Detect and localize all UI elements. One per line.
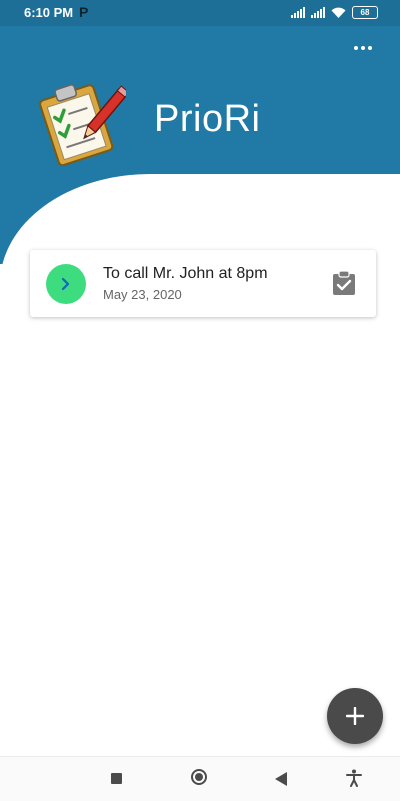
app-header: PrioRi: [0, 26, 400, 264]
more-horiz-icon: [354, 46, 358, 50]
home-circle-icon[interactable]: [191, 769, 207, 785]
task-card[interactable]: To call Mr. John at 8pm May 23, 2020: [30, 250, 376, 317]
accessibility-icon[interactable]: [346, 769, 362, 787]
chevron-right-icon: [61, 277, 70, 291]
task-title: To call Mr. John at 8pm: [103, 265, 268, 282]
wifi-icon: [331, 7, 346, 18]
task-date: May 23, 2020: [103, 287, 182, 302]
plus-icon: [346, 707, 364, 725]
notification-p-icon: P: [79, 4, 89, 20]
clipboard-logo-icon: [39, 84, 126, 166]
status-bar: 6:10 PM P 68: [0, 0, 400, 26]
battery-icon: 68: [352, 6, 378, 19]
system-nav-bar: [0, 756, 400, 801]
status-time: 6:10 PM: [24, 5, 74, 20]
app-title: PrioRi: [154, 98, 261, 140]
task-expand-button[interactable]: [46, 264, 86, 304]
recents-square-icon[interactable]: [111, 773, 122, 784]
status-icons: 68: [291, 6, 378, 19]
back-triangle-icon[interactable]: [275, 772, 287, 786]
more-options-button[interactable]: [354, 46, 372, 50]
signal-icon: [291, 7, 305, 18]
signal-icon-2: [311, 7, 325, 18]
clipboard-check-icon[interactable]: [332, 270, 356, 296]
add-task-button[interactable]: [327, 688, 383, 744]
